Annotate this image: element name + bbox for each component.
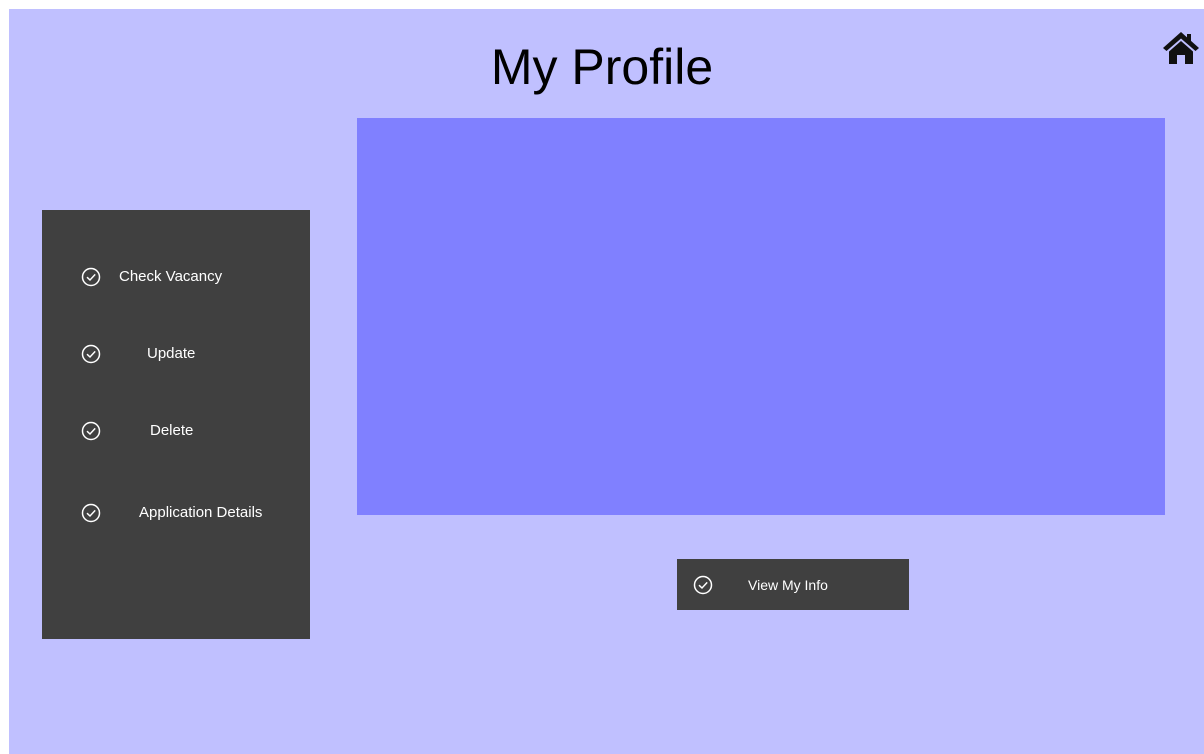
info-display-panel <box>357 118 1165 515</box>
profile-window: My Profile Check Vacancy Update Delete A… <box>9 9 1204 754</box>
sidebar-item-application-details[interactable]: Application Details <box>80 502 300 526</box>
sidebar-menu: Check Vacancy Update Delete Application … <box>42 210 310 639</box>
check-circle-icon <box>81 421 101 441</box>
sidebar-item-label: Delete <box>150 422 194 439</box>
sidebar-item-label: Update <box>147 345 196 362</box>
check-circle-icon <box>81 344 101 364</box>
sidebar-item-update[interactable]: Update <box>80 343 300 367</box>
view-my-info-button[interactable]: View My Info <box>677 559 909 610</box>
sidebar-item-label: Application Details <box>139 504 263 521</box>
page-title: My Profile <box>490 39 714 95</box>
view-my-info-label: View My Info <box>748 577 828 593</box>
sidebar-item-label: Check Vacancy <box>119 268 223 285</box>
sidebar-item-delete[interactable]: Delete <box>80 420 300 444</box>
check-circle-icon <box>81 503 101 523</box>
check-circle-icon <box>693 575 713 595</box>
home-button[interactable] <box>1161 29 1201 69</box>
check-circle-icon <box>81 267 101 287</box>
sidebar-item-check-vacancy[interactable]: Check Vacancy <box>80 266 300 290</box>
home-icon <box>1163 32 1199 64</box>
